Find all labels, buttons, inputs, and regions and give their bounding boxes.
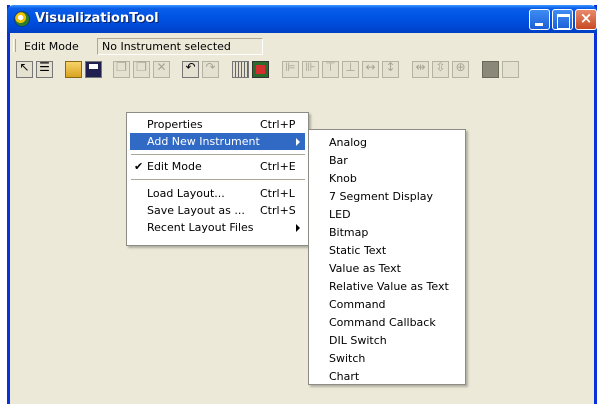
menu-item-label: Save Layout as ... [147, 204, 245, 217]
submenu-item-7-segment-display[interactable]: 7 Segment Display [329, 188, 433, 205]
save-icon[interactable] [85, 61, 102, 78]
background-image-icon[interactable] [252, 61, 269, 78]
mode-label: Edit Mode [24, 40, 79, 53]
menu-item-shortcut: Ctrl+S [260, 204, 296, 217]
redo-icon[interactable]: ↷ [202, 60, 219, 78]
submenu-item-bar[interactable]: Bar [329, 152, 348, 169]
undo-icon[interactable]: ↶ [182, 60, 199, 78]
paste-icon[interactable]: ❐ [133, 60, 150, 78]
properties-tool-icon[interactable]: ☰ [36, 60, 53, 78]
submenu-item-switch[interactable]: Switch [329, 350, 365, 367]
menu-separator [131, 154, 305, 155]
same-width-icon[interactable]: ↔ [362, 60, 379, 78]
window-title: VisualizationTool [35, 11, 159, 26]
checkmark-icon: ✔ [134, 160, 144, 173]
submenu-item-bitmap[interactable]: Bitmap [329, 224, 368, 241]
submenu-item-knob[interactable]: Knob [329, 170, 357, 187]
submenu-item-value-as-text[interactable]: Value as Text [329, 260, 401, 277]
submenu-item-command-callback[interactable]: Command Callback [329, 314, 436, 331]
close-button[interactable]: × [575, 9, 597, 30]
menu-separator [131, 179, 305, 180]
toolbar: ↖ ☰ ❐ ❐ ✕ ↶ ↷ ⊫ ⊪ ⊤ ⊥ ↔ ↕ ⇹ ⇳ ⊕ [10, 57, 594, 87]
extra-tool-icon[interactable] [502, 61, 519, 78]
mode-bar: Edit Mode No Instrument selected [10, 34, 594, 56]
align-top-icon[interactable]: ⊤ [322, 60, 339, 78]
pointer-tool-icon[interactable]: ↖ [16, 60, 33, 78]
context-menu: Properties Ctrl+P Add New Instrument ✔ E… [126, 112, 309, 246]
submenu-item-dil-switch[interactable]: DIL Switch [329, 332, 387, 349]
menu-item-label: Edit Mode [147, 160, 202, 173]
submenu-arrow-icon [296, 138, 300, 146]
menu-item-label: Recent Layout Files [147, 221, 254, 234]
submenu-item-led[interactable]: LED [329, 206, 351, 223]
close-icon: × [579, 9, 593, 27]
minimize-button[interactable] [529, 9, 550, 30]
align-left-icon[interactable]: ⊫ [282, 60, 299, 78]
menu-item-save-layout[interactable]: Save Layout as ... Ctrl+S [130, 202, 305, 219]
submenu-item-relative-value-as-text[interactable]: Relative Value as Text [329, 278, 449, 295]
menu-item-properties[interactable]: Properties Ctrl+P [130, 116, 305, 133]
submenu-item-static-text[interactable]: Static Text [329, 242, 386, 259]
title-bar[interactable]: VisualizationTool × [7, 5, 597, 33]
menu-item-add-new-instrument[interactable]: Add New Instrument [130, 133, 305, 150]
menu-item-shortcut: Ctrl+P [260, 118, 296, 131]
submenu-arrow-icon [296, 224, 300, 232]
gray-tool-icon[interactable] [482, 61, 499, 78]
menu-item-edit-mode[interactable]: ✔ Edit Mode Ctrl+E [130, 158, 305, 175]
menu-item-load-layout[interactable]: Load Layout... Ctrl+L [130, 185, 305, 202]
submenu-item-analog[interactable]: Analog [329, 134, 367, 151]
same-height-icon[interactable]: ↕ [382, 60, 399, 78]
app-icon [14, 11, 30, 27]
menu-item-shortcut: Ctrl+E [260, 160, 296, 173]
grid-icon[interactable] [232, 61, 249, 78]
menu-item-shortcut: Ctrl+L [260, 187, 295, 200]
center-icon[interactable]: ⊕ [452, 60, 469, 78]
submenu-item-chart[interactable]: Chart [329, 368, 359, 385]
menu-item-label: Properties [147, 118, 203, 131]
align-bottom-icon[interactable]: ⊥ [342, 60, 359, 78]
bar-grip[interactable] [13, 39, 16, 52]
delete-icon[interactable]: ✕ [153, 60, 170, 78]
copy-icon[interactable]: ❐ [113, 60, 130, 78]
space-vertical-icon[interactable]: ⇳ [432, 60, 449, 78]
space-horizontal-icon[interactable]: ⇹ [412, 60, 429, 78]
menu-item-label: Add New Instrument [147, 135, 260, 148]
submenu-item-command[interactable]: Command [329, 296, 386, 313]
open-folder-icon[interactable] [65, 61, 82, 78]
instrument-status-field: No Instrument selected [97, 38, 263, 55]
menu-item-recent-layout-files[interactable]: Recent Layout Files [130, 219, 305, 236]
align-right-icon[interactable]: ⊪ [302, 60, 319, 78]
instrument-submenu: Analog Bar Knob 7 Segment Display LED Bi… [308, 129, 466, 385]
maximize-button[interactable] [552, 9, 573, 30]
menu-item-label: Load Layout... [147, 187, 225, 200]
